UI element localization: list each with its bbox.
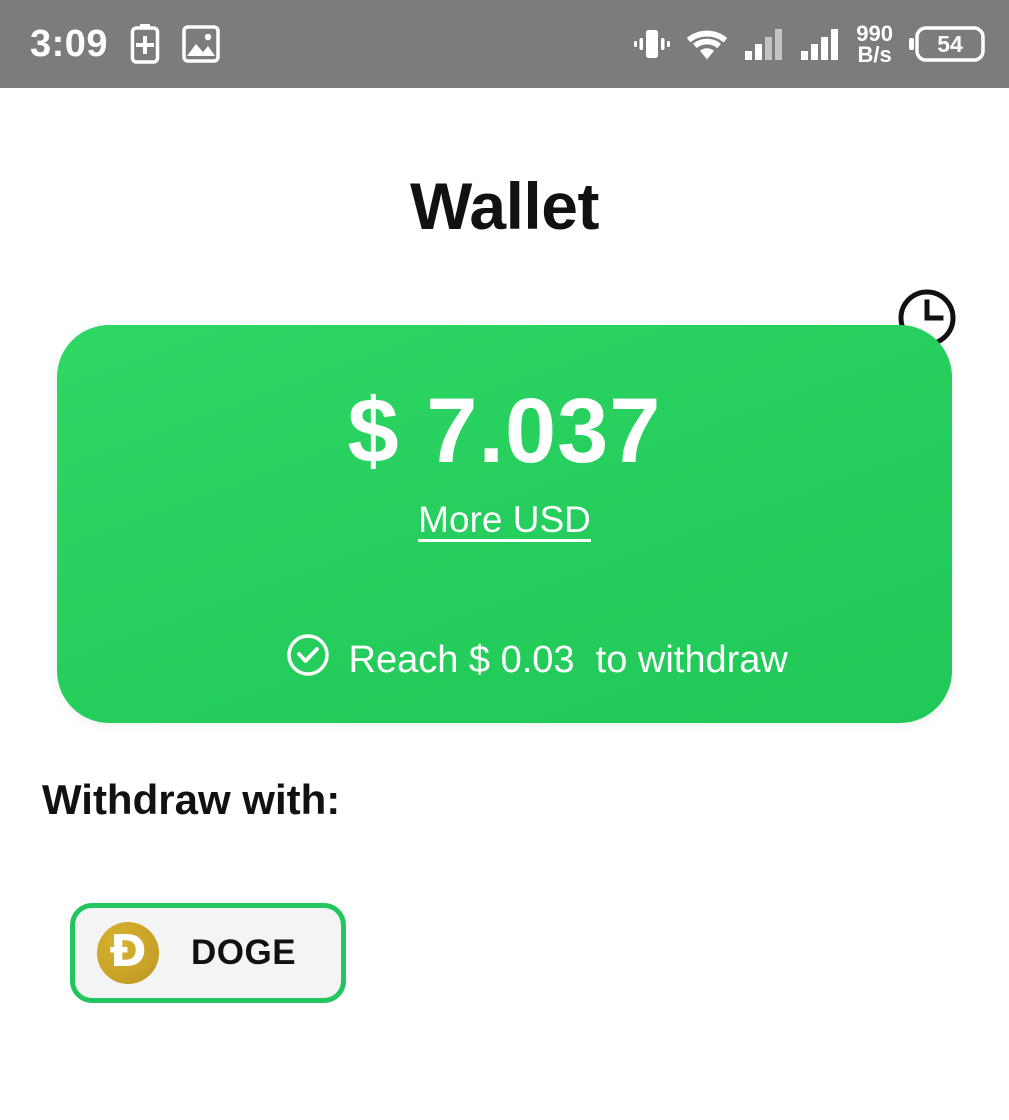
doge-coin-icon: Ð: [97, 922, 159, 984]
doge-coin-glyph: Ð: [109, 925, 147, 977]
network-speed-unit: B/s: [857, 42, 892, 67]
withdraw-threshold-text: Reach $ 0.03 to withdraw: [348, 638, 788, 681]
battery-level-text: 54: [937, 31, 963, 57]
withdraw-method-label: DOGE: [191, 933, 297, 972]
status-bar-left: 3:09: [30, 24, 220, 64]
status-bar: 3:09 990 B/s 54: [0, 0, 1009, 88]
withdraw-method-list: Ð DOGE: [70, 903, 346, 1003]
balance-card: $ 7.037 More USD Reach $ 0.03 to withdra…: [57, 325, 952, 723]
withdraw-with-label: Withdraw with:: [42, 776, 341, 823]
network-speed-indicator: 990 B/s: [856, 22, 893, 67]
withdraw-threshold-note: Reach $ 0.03 to withdraw: [221, 589, 788, 731]
page-title: Wallet: [410, 169, 599, 243]
check-circle-icon: [221, 589, 330, 731]
screenshot-image-icon: [182, 25, 220, 63]
signal-sim1-icon: [744, 27, 784, 61]
vibrate-icon: [634, 27, 671, 61]
battery-icon: 54: [909, 24, 985, 64]
status-bar-right: 990 B/s 54: [634, 22, 985, 67]
app-header: Wallet: [0, 88, 1009, 346]
signal-sim2-icon: [800, 27, 840, 61]
battery-saver-icon: [130, 24, 160, 64]
status-bar-clock: 3:09: [30, 23, 109, 65]
withdraw-method-doge[interactable]: Ð DOGE: [70, 903, 346, 1003]
more-usd-link[interactable]: More USD: [418, 499, 591, 541]
balance-amount: $ 7.037: [347, 380, 662, 482]
wifi-icon: [686, 28, 728, 60]
